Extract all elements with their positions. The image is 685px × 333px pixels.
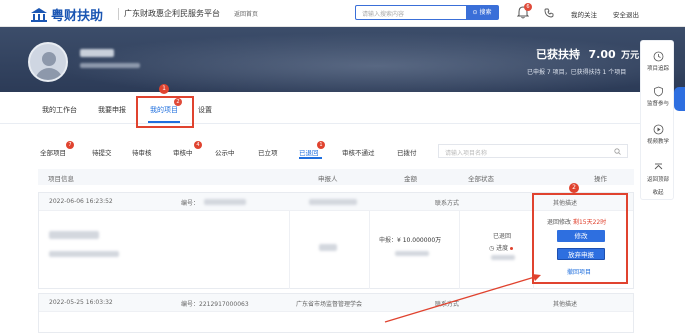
global-search[interactable]: 请输入搜索内容 ⊙ 搜索 [355, 5, 499, 20]
active-subtab-underline [299, 157, 322, 159]
up-arrow-icon [654, 163, 662, 170]
my-follow-link[interactable]: 我的关注 [571, 9, 597, 19]
project-panel: 全部项目 7 待提交 待审核 审核中 4 公示中 已立项 已退回 1 审核不通过… [32, 135, 640, 333]
project-status-tabs: 全部项目 7 待提交 待审核 审核中 4 公示中 已立项 已退回 1 审核不通过… [32, 135, 640, 159]
card-number-label: 编号： [181, 200, 200, 207]
redacted-org [309, 199, 357, 205]
card-header: 2022-05-25 16:03:32 编号：2212917000063 广东省… [39, 294, 633, 312]
tab-publicity[interactable]: 公示中 [215, 147, 235, 157]
avatar [28, 42, 68, 82]
redacted-username [80, 49, 114, 57]
redacted-company [80, 63, 140, 68]
support-summary: 已获扶持 7.00 万元 [536, 48, 640, 61]
tab-all-projects[interactable]: 全部项目 [40, 147, 66, 157]
top-bar: 粤财扶助 广东财政惠企利民服务平台 返回首页 请输入搜索内容 ⊙ 搜索 6 我的… [0, 0, 685, 27]
badge-returned: 1 [317, 141, 325, 149]
card-other-desc[interactable]: 其他描述 [553, 299, 577, 308]
play-icon [653, 124, 663, 135]
redacted-project-meta [49, 251, 119, 257]
card-org: 广东省市场监督管理学会 [296, 301, 363, 308]
sidebar-item-video-tutorial[interactable]: 视频教学 [641, 124, 675, 145]
redacted-amount-note [395, 251, 429, 256]
tab-reviewing[interactable]: 审核中 [173, 147, 193, 157]
project-search-input[interactable]: 请输入项目名称 [445, 148, 487, 157]
step1-number: 1 [159, 84, 169, 94]
tab-paid[interactable]: 已拨付 [397, 147, 417, 157]
project-search[interactable]: 请输入项目名称 [438, 144, 628, 158]
status-text: 已退回 [493, 233, 512, 240]
back-home-link[interactable]: 返回首页 [234, 9, 258, 18]
sidebar-item-supervision[interactable]: 监督参与 [641, 86, 675, 107]
redacted-status-note [491, 255, 515, 260]
redacted-applicant [319, 244, 337, 251]
sidebar-item-back-to-top[interactable]: 返回顶部 [641, 162, 675, 183]
sidebar-toggle-tab[interactable] [674, 87, 685, 111]
card-date: 2022-06-06 16:23:52 [49, 198, 113, 205]
tab-approved[interactable]: 已立项 [258, 147, 278, 157]
logo-text: 粤财扶助 [51, 9, 104, 24]
tab-my-projects-badge: 2 [174, 98, 182, 106]
phone-icon[interactable] [544, 8, 554, 18]
tab-pending-submit[interactable]: 待提交 [92, 147, 112, 157]
card-contact[interactable]: 联系方式 [435, 198, 459, 207]
notification-badge: 6 [524, 3, 532, 11]
col-applicant: 申报人 [318, 175, 338, 183]
card-number-label: 编号：2212917000063 [181, 301, 249, 308]
badge-all: 7 [66, 141, 74, 149]
sidebar-item-collapse[interactable]: 收起 [641, 188, 675, 196]
header-divider [118, 8, 119, 20]
col-amount: 金额 [404, 175, 417, 183]
apply-amount: 申报：¥ 10.000000万 [379, 237, 442, 244]
redacted-project-name [49, 231, 99, 239]
redacted-number [204, 199, 246, 205]
card-date: 2022-05-25 16:03:32 [49, 299, 113, 306]
shield-icon [653, 86, 663, 97]
progress-link[interactable]: ◷ 进度 [489, 243, 514, 252]
sidebar-item-project-track[interactable]: 项目追踪 [641, 51, 675, 72]
step2-number: 2 [569, 183, 579, 193]
search-button[interactable]: ⊙ 搜索 [466, 6, 498, 19]
main-tabs: 我的工作台 我要申报 我的项目 设置 [0, 92, 640, 124]
support-value: 7.00 [588, 48, 616, 61]
profile-banner: 已获扶持 7.00 万元 已申报 7 项目，已获得扶持 1 个项目 [0, 27, 685, 92]
temple-logo-icon [31, 7, 47, 22]
table-header: 项目信息 申报人 金额 全部状态 操作 [38, 169, 634, 185]
tab-rejected[interactable]: 审核不通过 [342, 147, 375, 157]
project-card: 2022-05-25 16:03:32 编号：2212917000063 广东省… [38, 293, 634, 333]
search-icon[interactable] [614, 148, 621, 155]
tab-returned[interactable]: 已退回 [299, 147, 319, 157]
right-float-sidebar: 项目追踪 监督参与 视频教学 返回顶部 收起 [640, 40, 674, 200]
col-actions: 操作 [594, 175, 607, 183]
support-subtext: 已申报 7 项目，已获得扶持 1 个项目 [527, 69, 627, 76]
tab-pending-review[interactable]: 待审核 [132, 147, 152, 157]
badge-reviewing: 4 [194, 141, 202, 149]
tab-workbench[interactable]: 我的工作台 [42, 105, 77, 115]
highlight-box-step1 [136, 96, 194, 128]
col-status: 全部状态 [468, 175, 494, 183]
logo[interactable]: 粤财扶助 [30, 5, 103, 24]
platform-title: 广东财政惠企利民服务平台 [124, 9, 220, 18]
clock-icon [653, 51, 663, 62]
search-input[interactable]: 请输入搜索内容 [362, 9, 404, 18]
tab-settings[interactable]: 设置 [198, 105, 212, 115]
highlight-box-step2 [532, 193, 628, 284]
col-project-info: 项目信息 [48, 175, 74, 183]
logout-link[interactable]: 安全退出 [613, 9, 639, 19]
card-contact[interactable]: 联系方式 [435, 299, 459, 308]
tab-apply[interactable]: 我要申报 [98, 105, 126, 115]
